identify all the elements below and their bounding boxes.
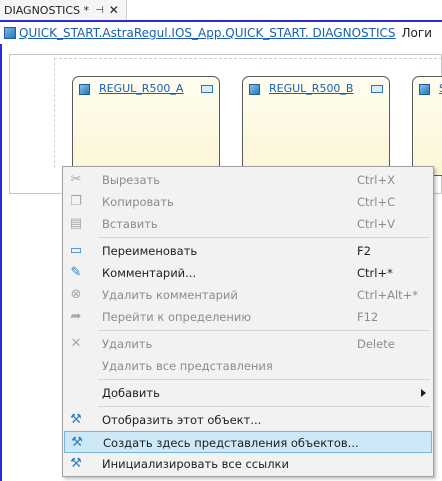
menu-item-label: Удалить все представления xyxy=(102,359,273,373)
menu-item-shortcut: Ctrl+C xyxy=(357,195,396,209)
breadcrumb-tail[interactable]: Логи xyxy=(402,26,432,40)
menu-item-label: Отобразить этот объект... xyxy=(102,413,262,427)
canvas-guide-vertical xyxy=(54,58,55,168)
menu-item-create-views[interactable]: ⚒ Создать здесь представления объектов..… xyxy=(64,431,432,453)
menu-item-rename[interactable]: ▭ Переименовать F2 xyxy=(64,240,432,262)
menu-item-go-to-definition[interactable]: ➦ Перейти к определению F12 xyxy=(64,306,432,328)
menu-item-shortcut: Ctrl+* xyxy=(357,266,393,280)
rename-icon: ▭ xyxy=(69,243,83,258)
diagram-node[interactable]: S xyxy=(412,76,442,176)
menu-item-init-links[interactable]: ⚒ Инициализировать все ссылки xyxy=(64,453,432,475)
submenu-arrow-icon xyxy=(421,389,426,397)
comment-icon: ✎ xyxy=(70,265,82,280)
init-links-icon: ⚒ xyxy=(70,456,82,471)
pin-icon[interactable]: ⊣ xyxy=(95,5,104,16)
create-views-icon: ⚒ xyxy=(71,435,83,450)
node-label[interactable]: REGUL_R500_B xyxy=(269,82,353,95)
menu-item-shortcut: Ctrl+Alt+* xyxy=(357,288,419,302)
menu-item-label: Перейти к определению xyxy=(102,310,252,324)
tab-title: DIAGNOSTICS * xyxy=(4,3,90,17)
menu-item-cut[interactable]: ✂ Вырезать Ctrl+X xyxy=(64,169,432,191)
menu-item-shortcut: Ctrl+V xyxy=(357,217,395,231)
menu-item-label: Вставить xyxy=(102,217,158,231)
document-tab-strip: DIAGNOSTICS * ⊣ ✕ xyxy=(0,0,442,20)
menu-item-label: Переименовать xyxy=(102,244,198,258)
menu-item-show-object[interactable]: ⚒ Отобразить этот объект... xyxy=(64,409,432,431)
delete-comment-icon: ⊗ xyxy=(70,287,82,302)
breadcrumb-link[interactable]: QUICK_START.AstraRegul.IOS_App.QUICK_STA… xyxy=(19,26,396,40)
canvas-guide-horizontal xyxy=(54,58,442,59)
menu-item-comment[interactable]: ✎ Комментарий... Ctrl+* xyxy=(64,262,432,284)
scissors-icon: ✂ xyxy=(70,172,82,187)
object-icon xyxy=(79,84,90,95)
menu-separator xyxy=(98,237,430,238)
menu-item-delete-comment[interactable]: ⊗ Удалить комментарий Ctrl+Alt+* xyxy=(64,284,432,306)
close-icon[interactable]: ✕ xyxy=(109,3,119,17)
menu-item-shortcut: Delete xyxy=(357,337,395,351)
breadcrumb: QUICK_START.AstraRegul.IOS_App.QUICK_STA… xyxy=(0,22,442,44)
menu-item-shortcut: F12 xyxy=(357,310,379,324)
menu-item-shortcut: Ctrl+X xyxy=(357,173,395,187)
menu-item-label: Удалить xyxy=(102,337,153,351)
node-label[interactable]: REGUL_R500_A xyxy=(99,82,183,95)
menu-separator xyxy=(98,330,430,331)
menu-separator xyxy=(98,406,430,407)
go-to-definition-icon: ➦ xyxy=(70,309,82,324)
diagram-node[interactable]: REGUL_R500_A xyxy=(72,76,220,176)
menu-item-shortcut: F2 xyxy=(357,244,371,258)
menu-separator xyxy=(98,379,430,380)
menu-item-label: Вырезать xyxy=(102,173,160,187)
object-icon xyxy=(249,84,260,95)
collapse-icon[interactable] xyxy=(201,85,213,93)
tab-diagnostics[interactable]: DIAGNOSTICS * ⊣ ✕ xyxy=(0,0,127,20)
paste-icon: ▤ xyxy=(69,216,83,231)
context-menu: ✂ Вырезать Ctrl+X ❐ Копировать Ctrl+C ▤ … xyxy=(62,166,434,477)
menu-item-label: Добавить xyxy=(102,386,160,400)
menu-item-label: Удалить комментарий xyxy=(102,288,238,302)
copy-icon: ❐ xyxy=(70,194,82,209)
object-icon xyxy=(419,84,430,95)
menu-item-label: Комментарий... xyxy=(102,266,197,280)
menu-item-add[interactable]: Добавить xyxy=(64,382,432,404)
menu-item-paste[interactable]: ▤ Вставить Ctrl+V xyxy=(64,213,432,235)
menu-item-label: Инициализировать все ссылки xyxy=(102,457,289,471)
menu-item-delete[interactable]: ✕ Удалить Delete xyxy=(64,333,432,355)
menu-item-delete-all-views[interactable]: Удалить все представления xyxy=(64,355,432,377)
delete-icon: ✕ xyxy=(70,336,82,351)
show-object-icon: ⚒ xyxy=(70,412,82,427)
menu-item-label: Копировать xyxy=(102,195,174,209)
menu-item-copy[interactable]: ❐ Копировать Ctrl+C xyxy=(64,191,432,213)
diagram-node[interactable]: REGUL_R500_B xyxy=(242,76,390,176)
collapse-icon[interactable] xyxy=(371,85,383,93)
editor-left-border xyxy=(0,44,2,481)
diagram-icon xyxy=(4,27,16,39)
menu-item-label: Создать здесь представления объектов... xyxy=(103,436,359,450)
